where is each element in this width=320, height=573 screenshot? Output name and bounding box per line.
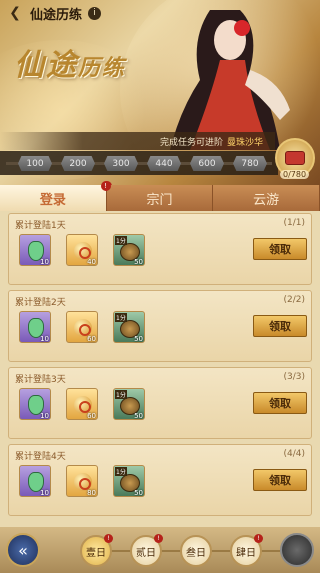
- milestone-440[interactable]: 440: [147, 156, 181, 171]
- item-tag: 1分: [115, 467, 127, 476]
- event-logo: 仙途历练: [14, 40, 126, 84]
- day-3-button[interactable]: 叁日: [180, 535, 212, 567]
- item-qty: 10: [40, 412, 49, 420]
- day-badge: !: [104, 534, 113, 543]
- card-title: 累计登陆3天: [15, 375, 66, 385]
- chest-icon: [285, 151, 305, 165]
- card-progress: (2/2): [283, 295, 305, 305]
- back-arrow-icon[interactable]: ❮: [6, 4, 24, 22]
- milestone-780[interactable]: 780: [233, 156, 267, 171]
- token-item[interactable]: 1分 50: [113, 234, 145, 266]
- nav-back-icon[interactable]: «: [6, 533, 40, 567]
- card-title: 累计登陆1天: [15, 221, 66, 231]
- jade-item[interactable]: 10: [19, 234, 51, 266]
- top-bar: ❮ 仙途历练 i: [0, 0, 320, 26]
- day-badge: !: [154, 534, 163, 543]
- gold-item[interactable]: 80: [66, 465, 98, 497]
- card-title: 累计登陆2天: [15, 298, 66, 308]
- reward-card: 累计登陆4天 (4/4) 10 80 1分 50 领取: [8, 444, 312, 516]
- milestone-progress: 100 200 300 440 600 780: [0, 151, 278, 175]
- quest-strip: 完成任务可进阶 曼珠沙华: [0, 132, 275, 150]
- day-label: 肆日: [236, 547, 256, 559]
- helmet-icon[interactable]: [280, 533, 314, 567]
- tab-sect-label: 宗门: [146, 192, 173, 208]
- item-qty: 50: [134, 489, 143, 497]
- item-tag: 1分: [115, 390, 127, 399]
- reward-card: 累计登陆1天 (1/1) 10 40 1分 50 领取: [8, 213, 312, 285]
- bottom-bar: « 壹日 ! 贰日 ! 叁日 肆日 !: [0, 527, 320, 573]
- tab-sect-badge: !: [100, 181, 111, 191]
- item-qty: 80: [87, 489, 96, 497]
- quest-text: 完成任务可进阶: [159, 137, 223, 148]
- tab-login[interactable]: 登录 !: [0, 181, 112, 211]
- day-label: 壹日: [86, 547, 106, 559]
- day-label: 贰日: [136, 547, 156, 559]
- milestone-600[interactable]: 600: [190, 156, 224, 171]
- info-icon[interactable]: i: [88, 6, 102, 20]
- tab-travel[interactable]: 云游: [213, 185, 320, 211]
- milestone-200[interactable]: 200: [61, 156, 95, 171]
- gold-item[interactable]: 60: [66, 388, 98, 420]
- reward-card: 累计登陆2天 (2/2) 10 60 1分 50 领取: [8, 290, 312, 362]
- day-label: 叁日: [186, 547, 206, 559]
- milestone-100[interactable]: 100: [18, 156, 52, 171]
- logo-text-sub: 历练: [78, 55, 127, 81]
- item-qty: 50: [134, 412, 143, 420]
- item-tag: 1分: [115, 236, 127, 245]
- reward-card: 累计登陆3天 (3/3) 10 60 1分 50 领取: [8, 367, 312, 439]
- chest-progress-count: 0/780: [280, 170, 310, 179]
- reward-list[interactable]: 累计登陆1天 (1/1) 10 40 1分 50 领取 累计登陆2天 (2/2) …: [8, 213, 312, 525]
- item-qty: 10: [40, 489, 49, 497]
- tab-travel-label: 云游: [253, 192, 280, 208]
- jade-item[interactable]: 10: [19, 388, 51, 420]
- claim-button[interactable]: 领取: [253, 392, 307, 414]
- day-1-button[interactable]: 壹日 !: [80, 534, 113, 567]
- logo-text-main: 仙途: [14, 48, 78, 83]
- token-item[interactable]: 1分 50: [113, 388, 145, 420]
- tab-bar: 登录 ! 宗门 ! 云游: [0, 181, 320, 211]
- item-tag: 1分: [115, 313, 127, 322]
- page-title: 仙途历练: [30, 7, 83, 23]
- item-qty: 60: [87, 412, 96, 420]
- gold-item[interactable]: 40: [66, 234, 98, 266]
- claim-button[interactable]: 领取: [253, 469, 307, 491]
- item-qty: 10: [40, 258, 49, 266]
- day-2-button[interactable]: 贰日 !: [130, 534, 163, 567]
- card-progress: (3/3): [283, 372, 305, 382]
- claim-button[interactable]: 领取: [253, 238, 307, 260]
- tab-login-label: 登录: [39, 192, 66, 208]
- item-qty: 50: [134, 258, 143, 266]
- day-badge: !: [254, 534, 263, 543]
- token-item[interactable]: 1分 50: [113, 311, 145, 343]
- jade-item[interactable]: 10: [19, 311, 51, 343]
- claim-button[interactable]: 领取: [253, 315, 307, 337]
- tab-sect[interactable]: 宗门 !: [100, 181, 214, 211]
- item-qty: 40: [87, 258, 96, 266]
- card-progress: (1/1): [283, 218, 305, 228]
- quest-target-name: 曼珠沙华: [226, 137, 263, 148]
- jade-item[interactable]: 10: [19, 465, 51, 497]
- day-4-button[interactable]: 肆日 !: [230, 534, 263, 567]
- gold-item[interactable]: 60: [66, 311, 98, 343]
- token-item[interactable]: 1分 50: [113, 465, 145, 497]
- card-progress: (4/4): [283, 449, 305, 459]
- milestone-300[interactable]: 300: [104, 156, 138, 171]
- item-qty: 10: [40, 335, 49, 343]
- item-qty: 60: [87, 335, 96, 343]
- item-qty: 50: [134, 335, 143, 343]
- card-title: 累计登陆4天: [15, 452, 66, 462]
